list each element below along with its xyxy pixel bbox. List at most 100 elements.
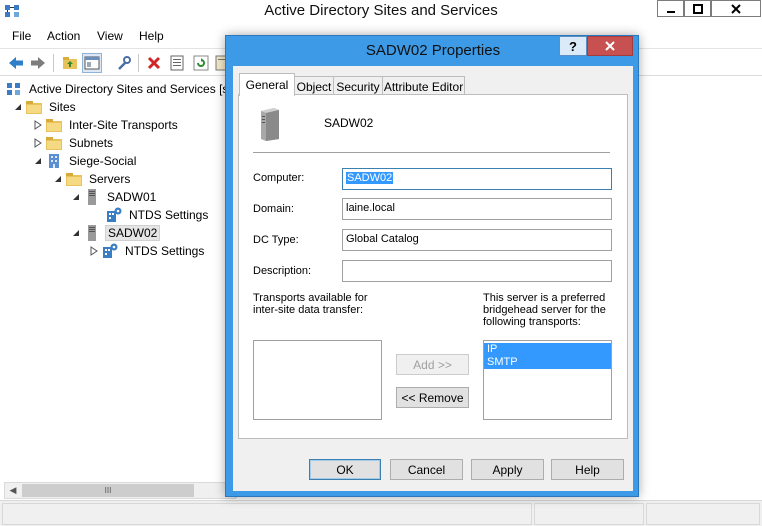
minimize-button[interactable] (657, 0, 684, 17)
available-transports-list[interactable] (253, 340, 382, 420)
show-hide-console-tree-icon[interactable] (82, 53, 102, 73)
expanded-triangle-icon[interactable] (52, 173, 64, 185)
properties-dialog: SADW02 Properties ? General Object Secur… (225, 35, 639, 497)
tree-item-label: NTDS Settings (129, 208, 209, 222)
scroll-grip: III (104, 486, 112, 495)
tree-item-label: NTDS Settings (125, 244, 205, 258)
tree-item-ntds-settings-sadw02[interactable]: NTDS Settings (88, 242, 206, 260)
ad-sites-icon (6, 81, 22, 97)
tree-horizontal-scrollbar[interactable]: ◀ III (4, 482, 236, 499)
expanded-triangle-icon[interactable] (70, 191, 82, 203)
transports-available-label: Transports available for inter-site data… (253, 292, 368, 316)
remove-transport-button[interactable]: << Remove (396, 387, 469, 408)
minimize-icon (666, 10, 675, 13)
window-title: Active Directory Sites and Services (264, 2, 498, 19)
tree-item-root[interactable]: Active Directory Sites and Services [sa (6, 80, 236, 98)
tree-item-label: SADW02 (105, 225, 161, 241)
domain-value: laine.local (346, 202, 395, 214)
cancel-button[interactable]: Cancel (390, 459, 463, 480)
dc-type-field[interactable]: Global Catalog (342, 229, 612, 251)
status-cell-main (2, 503, 532, 525)
computer-label: Computer: (253, 172, 305, 184)
close-icon (605, 41, 615, 51)
tree-item-label: Active Directory Sites and Services [sa (29, 82, 236, 96)
help-button[interactable]: Help (551, 459, 624, 480)
folder-icon (46, 117, 62, 133)
title-bar: Active Directory Sites and Services (0, 0, 762, 24)
tree-item-label: Servers (89, 172, 131, 186)
server-icon (84, 225, 100, 241)
status-cell-2 (534, 503, 644, 525)
status-bar (0, 500, 762, 526)
dialog-help-button[interactable]: ? (559, 36, 587, 56)
toolbar-separator (138, 54, 139, 72)
menu-file[interactable]: File (12, 29, 31, 43)
tree-item-sadw02[interactable]: SADW02 (70, 224, 161, 242)
computer-value: SADW02 (346, 172, 394, 184)
tree-item-label: Siege-Social (69, 154, 137, 168)
toolbar-separator (53, 54, 54, 72)
properties-wrench-icon[interactable] (114, 53, 134, 73)
menu-help[interactable]: Help (139, 29, 164, 43)
tree-item-label: Inter-Site Transports (69, 118, 178, 132)
back-arrow-icon[interactable] (6, 53, 26, 73)
question-mark-icon: ? (569, 38, 577, 54)
computer-field[interactable]: SADW02 (342, 168, 612, 190)
menu-view[interactable]: View (97, 29, 123, 43)
expanded-triangle-icon[interactable] (12, 101, 24, 113)
export-list-icon[interactable] (167, 53, 187, 73)
ntds-settings-icon (102, 243, 118, 259)
dialog-close-button[interactable] (587, 36, 633, 56)
close-window-button[interactable] (711, 0, 761, 17)
folder-icon (26, 99, 42, 115)
forward-arrow-icon[interactable] (28, 53, 48, 73)
scroll-left-arrow-icon[interactable]: ◀ (5, 483, 21, 498)
tree-item-label: Subnets (69, 136, 114, 150)
general-tab-panel: SADW02 Computer: SADW02 Domain: laine.lo… (238, 94, 628, 439)
tab-general[interactable]: General (239, 73, 295, 96)
header-divider (253, 152, 610, 153)
scrollbar-thumb[interactable]: III (22, 484, 194, 497)
list-item-smtp[interactable]: SMTP (484, 356, 611, 369)
apply-button[interactable]: Apply (471, 459, 544, 480)
domain-label: Domain: (253, 203, 294, 215)
menu-action[interactable]: Action (47, 29, 80, 43)
tab-object[interactable]: Object (294, 76, 334, 96)
expanded-triangle-icon[interactable] (32, 155, 44, 167)
server-icon (84, 189, 100, 205)
delete-icon[interactable] (144, 53, 164, 73)
close-icon (731, 3, 741, 14)
ntds-settings-icon (106, 207, 122, 223)
status-cell-3 (646, 503, 760, 525)
server-name-header: SADW02 (324, 116, 374, 130)
expanded-triangle-icon[interactable] (70, 227, 82, 239)
tree-item-servers[interactable]: Servers (52, 170, 132, 188)
tree-item-sadw01[interactable]: SADW01 (70, 188, 158, 206)
tree-item-siege-social[interactable]: Siege-Social (32, 152, 138, 170)
tree-item-subnets[interactable]: Subnets (32, 134, 115, 152)
folder-icon (46, 135, 62, 151)
ok-button[interactable]: OK (309, 459, 381, 480)
dialog-body: General Object Security Attribute Editor… (233, 66, 633, 491)
list-item-ip[interactable]: IP (484, 343, 611, 356)
dc-type-label: DC Type: (253, 234, 299, 246)
maximize-button[interactable] (684, 0, 711, 17)
preferred-bridgehead-label: This server is a preferred bridgehead se… (483, 292, 606, 328)
tab-attribute-editor[interactable]: Attribute Editor (382, 76, 465, 96)
preferred-transports-list[interactable]: IP SMTP (483, 340, 612, 420)
description-field[interactable] (342, 260, 612, 282)
tab-security[interactable]: Security (333, 76, 383, 96)
tree-item-ntds-settings-sadw01[interactable]: NTDS Settings (92, 206, 210, 224)
collapsed-triangle-icon[interactable] (32, 137, 44, 149)
tree-item-sites[interactable]: Sites (12, 98, 78, 116)
refresh-icon[interactable] (191, 53, 211, 73)
dc-type-value: Global Catalog (346, 233, 419, 245)
folder-up-icon[interactable] (60, 53, 80, 73)
domain-field[interactable]: laine.local (342, 198, 612, 220)
add-transport-button[interactable]: Add >> (396, 354, 469, 375)
collapsed-triangle-icon[interactable] (32, 119, 44, 131)
site-icon (46, 153, 62, 169)
folder-icon (66, 171, 82, 187)
collapsed-triangle-icon[interactable] (88, 245, 100, 257)
tree-item-inter-site-transports[interactable]: Inter-Site Transports (32, 116, 180, 134)
